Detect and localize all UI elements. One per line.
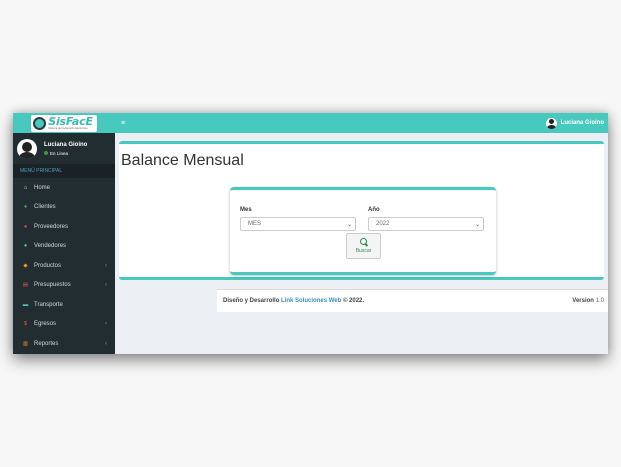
footer-prefix: Diseño y Desarrollo <box>223 298 280 304</box>
logo[interactable]: SisFacE Sistema de Facturación Electróni… <box>31 114 97 132</box>
footer-link[interactable]: Link Soluciones Web <box>281 298 341 304</box>
sidebar-item-proveedores[interactable]: ● Proveedores <box>13 217 115 237</box>
menu-header: MENÚ PRINCIPAL <box>13 164 115 178</box>
version-number: 1.0 <box>595 298 604 304</box>
sidebar-item-label: Presupuestos <box>34 282 71 289</box>
user-status: En Línea <box>44 151 87 156</box>
sidebar-item-productos[interactable]: ◆ Productos ‹ <box>13 256 115 276</box>
topbar-user-name[interactable]: Luciana Gioino <box>561 120 604 126</box>
sidebar-item-presupuestos[interactable]: ▤ Presupuestos ‹ <box>13 276 115 296</box>
month-label: Mes <box>240 207 252 213</box>
sidebar-item-home[interactable]: ⌂ Home <box>13 178 115 198</box>
filter-form: Mes MES ⌄ Año 2022 ⌄ Buscar <box>230 187 496 275</box>
month-select[interactable]: MES ⌄ <box>240 217 356 231</box>
sidebar-item-label: Reportes <box>34 340 59 347</box>
sidebar-item-vendedores[interactable]: ● Vendedores <box>13 237 115 257</box>
logo-bar: SisFacE Sistema de Facturación Electróni… <box>13 113 115 133</box>
sidebar-item-label: Productos <box>34 262 62 269</box>
sidebar-item-transporte[interactable]: ▬ Transporte <box>13 295 115 315</box>
logo-badge-icon <box>33 116 47 130</box>
search-button-label: Buscar <box>355 248 372 254</box>
user-panel: Luciana Gioino En Línea <box>13 133 115 164</box>
app-window: SisFacE Sistema de Facturación Electróni… <box>13 113 608 354</box>
users-icon: ● <box>23 204 28 211</box>
transport-icon: ▬ <box>22 301 29 308</box>
sidebar-user-name: Luciana Gioino <box>44 141 88 148</box>
chevron-left-icon: ‹ <box>105 282 107 289</box>
menu-toggle-icon[interactable]: ≡ <box>121 120 125 127</box>
sidebar-item-label: Transporte <box>34 301 63 308</box>
user-status-label: En Línea <box>50 150 69 156</box>
search-icon <box>359 238 368 246</box>
sidebar: SisFacE Sistema de Facturación Electróni… <box>13 113 115 354</box>
avatar <box>17 138 37 159</box>
content-box: Balance Mensual Mes MES ⌄ Año 2022 ⌄ Bus… <box>119 141 604 280</box>
year-label: Año <box>368 207 380 213</box>
footer-suffix: © 2022. <box>342 298 365 304</box>
home-icon: ⌂ <box>23 184 28 191</box>
online-dot-icon <box>44 151 48 155</box>
chevron-down-icon: ⌄ <box>474 221 480 228</box>
products-icon: ◆ <box>23 262 28 269</box>
version-label: Version <box>572 298 594 304</box>
sidebar-item-label: Clientes <box>34 204 56 211</box>
logo-text: SisFacE <box>48 114 93 128</box>
chevron-left-icon: ‹ <box>105 340 107 347</box>
budget-icon: ▤ <box>22 282 29 289</box>
topbar: ≡ Luciana Gioino <box>115 113 608 133</box>
sidebar-item-label: Proveedores <box>34 223 69 230</box>
truck-users-icon: ● <box>23 223 28 230</box>
sidebar-item-label: Home <box>34 184 51 191</box>
year-select[interactable]: 2022 ⌄ <box>368 217 484 231</box>
chevron-down-icon: ⌄ <box>346 221 352 228</box>
logo-subtitle: Sistema de Facturación Electrónica <box>48 126 88 130</box>
sidebar-item-label: Egresos <box>34 321 57 328</box>
footer: Diseño y Desarrollo Link Soluciones Web … <box>217 289 608 312</box>
sidebar-item-clientes[interactable]: ● Clientes <box>13 198 115 218</box>
search-button[interactable]: Buscar <box>346 233 381 259</box>
dollar-icon: $ <box>23 321 28 328</box>
month-select-value: MES <box>248 221 262 227</box>
chevron-left-icon: ‹ <box>105 262 107 269</box>
chart-icon: ▥ <box>22 340 29 347</box>
page-title: Balance Mensual <box>121 152 244 169</box>
sidebar-menu: ⌂ Home ● Clientes ● Proveedores ● Vendedores ◆ Pr… <box>13 178 115 354</box>
sellers-icon: ● <box>23 243 28 250</box>
year-select-value: 2022 <box>376 221 390 227</box>
sidebar-item-reportes[interactable]: ▥ Reportes ‹ <box>13 334 115 354</box>
topbar-avatar[interactable] <box>545 117 557 129</box>
sidebar-item-egresos[interactable]: $ Egresos ‹ <box>13 315 115 335</box>
chevron-left-icon: ‹ <box>105 321 107 328</box>
sidebar-item-label: Vendedores <box>34 243 67 250</box>
